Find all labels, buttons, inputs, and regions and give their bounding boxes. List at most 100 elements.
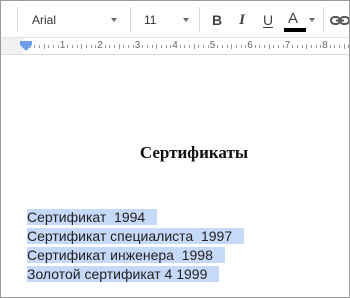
ruler-tick — [85, 44, 87, 48]
ruler-tick — [57, 44, 59, 48]
link-icon — [330, 16, 349, 25]
ruler-tick — [231, 43, 233, 49]
ruler-tick — [203, 44, 205, 48]
ruler-tick — [339, 44, 341, 48]
ruler-tick — [146, 44, 148, 48]
ruler-tick — [184, 44, 186, 48]
ruler-number: 4 — [172, 40, 178, 51]
insert-link-button[interactable] — [328, 7, 349, 33]
toolbar-separator — [17, 7, 18, 32]
document-line: Сертификат инженера 1998 — [27, 246, 244, 265]
ruler-tick — [114, 44, 116, 48]
document-line: Сертификат специалиста 1997 — [27, 227, 245, 246]
formatting-toolbar: Arial 11 B I U A — [1, 1, 349, 38]
ruler-tick — [128, 44, 130, 48]
ruler-tick — [348, 44, 349, 48]
horizontal-ruler: 1 2 3 4 5 6 7 8 — [1, 38, 349, 55]
ruler-tick — [123, 44, 125, 48]
ruler-tick — [254, 44, 256, 48]
ruler-tick — [170, 44, 172, 48]
ruler-tick — [259, 44, 261, 48]
line-text: Сертификат специалиста 1997 — [27, 228, 245, 244]
ruler-number: 5 — [209, 40, 216, 51]
ruler-tick — [142, 44, 144, 48]
chevron-down-icon — [111, 18, 117, 22]
ruler-tick — [310, 44, 312, 48]
ruler-tick — [315, 44, 317, 48]
ruler-number: 8 — [322, 40, 328, 51]
ruler-tick — [53, 44, 55, 48]
ruler-number: 3 — [134, 40, 141, 51]
ruler-tick — [217, 44, 219, 48]
ruler-number: 6 — [247, 40, 253, 51]
line-text: Сертификат инженера 1998 — [27, 247, 225, 263]
ruler-tick — [296, 44, 298, 48]
ruler-tick — [264, 44, 266, 48]
ruler-tick — [292, 44, 294, 48]
toolbar-separator — [199, 7, 200, 32]
ruler-tick — [34, 44, 36, 48]
ruler-tick — [245, 44, 247, 48]
ruler-tick — [198, 44, 200, 48]
ruler-tick — [221, 44, 223, 48]
ruler-tick — [179, 44, 181, 48]
font-family-value: Arial — [32, 13, 57, 27]
ruler-tick — [240, 44, 242, 48]
ruler-tick — [301, 44, 303, 48]
ruler-tick — [273, 44, 275, 48]
ruler-tick — [118, 43, 120, 49]
ruler-tick — [76, 44, 78, 48]
ruler-tick — [104, 44, 106, 48]
ruler-tick — [320, 44, 322, 48]
document-heading: Сертификаты — [139, 143, 249, 162]
toolbar-separator — [323, 7, 324, 32]
ruler-tick — [156, 43, 158, 49]
ruler-tick — [189, 44, 191, 48]
font-family-dropdown[interactable]: Arial — [23, 7, 125, 33]
ruler-tick — [67, 44, 69, 48]
ruler-tick — [306, 43, 308, 49]
ruler-tick — [71, 44, 73, 48]
toolbar-separator — [130, 7, 131, 32]
chevron-down-icon — [183, 18, 189, 22]
ruler-tick — [282, 44, 284, 48]
ruler-tick — [95, 44, 97, 48]
ruler-tick — [343, 43, 345, 49]
ruler-tick — [81, 43, 83, 49]
ruler-tick — [90, 44, 92, 48]
ruler-tick — [48, 44, 50, 48]
ruler-tick — [235, 44, 237, 48]
italic-button[interactable]: I — [230, 7, 254, 33]
ruler-tick — [109, 44, 111, 48]
text-color-swatch — [284, 28, 306, 32]
ruler-tick — [334, 44, 336, 48]
bold-button[interactable]: B — [205, 7, 229, 33]
document-line: Золотой сертификат 4 1999 — [27, 265, 244, 284]
ruler-number: 2 — [97, 40, 103, 51]
ruler-tick — [268, 43, 270, 49]
ruler-tick — [43, 43, 45, 49]
ruler-tick — [39, 44, 41, 48]
font-size-value: 11 — [144, 13, 157, 27]
ruler-number: 1 — [59, 40, 66, 51]
selected-paragraphs[interactable]: Сертификат 1994 Сертификат специалиста 1… — [27, 208, 245, 284]
text-color-label: A — [288, 10, 299, 27]
line-text: Сертификат 1994 — [27, 209, 158, 225]
ruler-tick — [226, 44, 228, 48]
ruler-tick — [207, 44, 209, 48]
line-text: Золотой сертификат 4 1999 — [27, 266, 220, 282]
ruler-tick — [132, 44, 134, 48]
ruler-number: 7 — [284, 40, 291, 51]
ruler-tick — [160, 44, 162, 48]
underline-button[interactable]: U — [256, 7, 280, 33]
ruler-tick — [193, 43, 195, 49]
editor-window: Arial 11 B I U A 1 2 3 4 5 6 7 8 Сертификаты Се… — [0, 0, 350, 298]
font-size-dropdown[interactable]: 11 — [135, 7, 193, 33]
ruler-tick — [278, 44, 280, 48]
ruler-tick — [165, 44, 167, 48]
document-line: Сертификат 1994 — [27, 208, 244, 227]
ruler-tick — [329, 44, 331, 48]
chevron-down-icon — [309, 18, 315, 22]
left-indent-handle[interactable] — [20, 45, 32, 51]
ruler-tick — [151, 44, 153, 48]
